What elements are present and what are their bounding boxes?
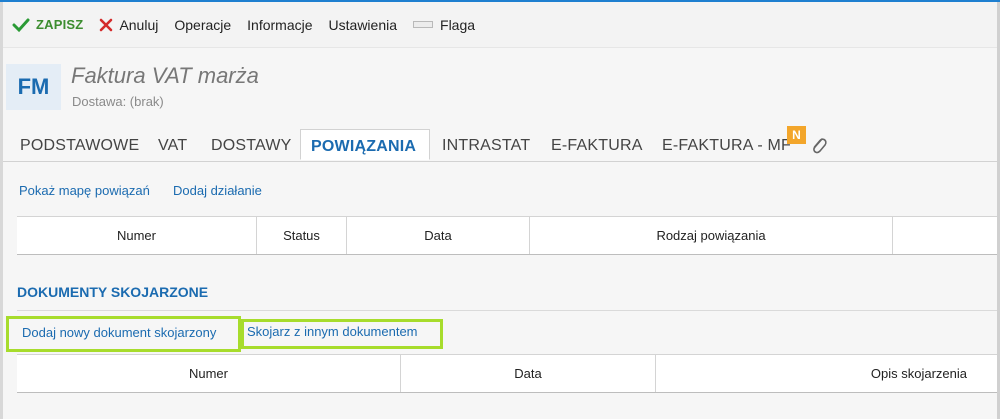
tab-vat[interactable]: VAT (158, 137, 187, 155)
column-header-empty (893, 217, 997, 254)
matched-documents-title: DOKUMENTY SKOJARZONE (17, 284, 209, 300)
page-subtitle: Dostawa: (brak) (72, 94, 164, 109)
flag-icon (413, 21, 434, 28)
add-matched-document-link[interactable]: Dodaj nowy dokument skojarzony (22, 325, 216, 340)
tab-bar: PODSTAWOWE VAT DOSTAWY POWIĄZANIA INTRAS… (3, 126, 997, 162)
relations-table-header: Numer Status Data Rodzaj powiązania (17, 216, 997, 255)
settings-menu[interactable]: Ustawienia (329, 17, 397, 33)
document-type-badge: FM (6, 64, 61, 110)
cancel-label: Anuluj (119, 16, 159, 33)
page-title: Faktura VAT marża (71, 63, 259, 88)
column-header-rodzaj[interactable]: Rodzaj powiązania (530, 217, 893, 254)
info-menu[interactable]: Informacje (247, 17, 312, 33)
column-header-status[interactable]: Status (257, 217, 347, 254)
settings-label: Ustawienia (328, 16, 398, 33)
column-header-data[interactable]: Data (401, 355, 656, 392)
tab-dostawy[interactable]: DOSTAWY (211, 137, 292, 155)
column-header-data[interactable]: Data (347, 217, 530, 254)
matched-table-header: Numer Data Opis skojarzenia (17, 354, 997, 393)
column-header-opis[interactable]: Opis skojarzenia (656, 355, 997, 392)
new-badge: N (787, 126, 806, 144)
flag-label: Flaga (440, 16, 476, 33)
tab-powiazania[interactable]: POWIĄZANIA (300, 129, 430, 160)
toolbar: ZAPISZ Anuluj Operacje Informacje Ustawi… (3, 2, 997, 48)
tab-e-faktura[interactable]: E-FAKTURA (551, 137, 643, 155)
show-relation-map-link[interactable]: Pokaż mapę powiązań (19, 183, 150, 198)
add-action-link[interactable]: Dodaj działanie (173, 183, 262, 198)
column-header-numer[interactable]: Numer (17, 355, 401, 392)
tab-e-faktura-mf[interactable]: E-FAKTURA - MF (662, 137, 791, 155)
operations-menu[interactable]: Operacje (174, 17, 231, 33)
save-button[interactable]: ZAPISZ (12, 17, 83, 33)
document-header: FM Faktura VAT marża Dostawa: (brak) (3, 48, 997, 129)
close-icon (99, 18, 113, 32)
operations-label: Operacje (174, 16, 232, 33)
match-other-document-link[interactable]: Skojarz z innym dokumentem (247, 324, 418, 339)
checkmark-icon (12, 17, 30, 33)
tab-podstawowe[interactable]: PODSTAWOWE (20, 137, 139, 155)
section-divider (17, 310, 997, 311)
cancel-button[interactable]: Anuluj (99, 17, 158, 33)
tab-intrastat[interactable]: INTRASTAT (442, 137, 530, 155)
info-label: Informacje (247, 16, 313, 33)
tab-content-powiazania: Pokaż mapę powiązań Dodaj działanie Nume… (3, 162, 997, 419)
flag-button[interactable]: Flaga (413, 17, 475, 33)
save-label: ZAPISZ (36, 17, 84, 32)
paperclip-icon[interactable] (809, 135, 829, 162)
column-header-numer[interactable]: Numer (17, 217, 257, 254)
